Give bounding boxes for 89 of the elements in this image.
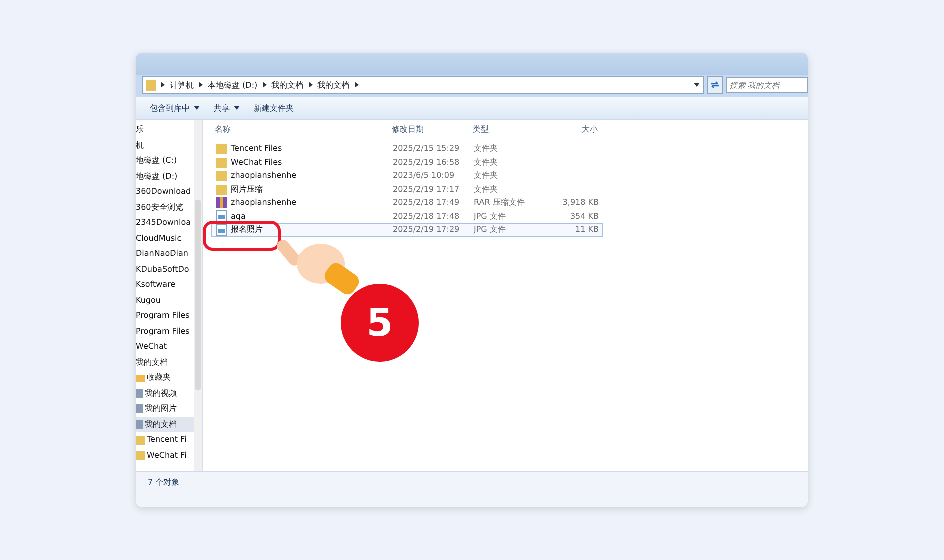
sidebar-item[interactable]: 我的文档 xyxy=(136,416,194,432)
sidebar-item[interactable]: WeChat xyxy=(136,339,194,354)
chevron-icon[interactable] xyxy=(308,82,313,88)
column-header[interactable]: 修改日期 xyxy=(392,124,473,134)
refresh-icon xyxy=(710,81,720,89)
modified-date: 2025/2/19 17:17 xyxy=(393,184,461,194)
sidebar-item[interactable]: WeChat Fi xyxy=(136,448,194,463)
toolbar-button[interactable]: 共享 xyxy=(210,100,244,116)
folder-icon xyxy=(136,434,145,445)
breadcrumb-item[interactable]: 我的文档 xyxy=(272,80,304,90)
chevron-icon[interactable] xyxy=(262,82,267,88)
file-type: 文件夹 xyxy=(474,184,499,195)
folder-icon xyxy=(136,450,145,460)
file-type: 文件夹 xyxy=(474,170,499,182)
sidebar-item[interactable]: 我的图片 xyxy=(136,401,194,416)
address-bar[interactable]: 计算机 本地磁盘 (D:) 我的文档 我的文档 xyxy=(142,76,704,94)
step-badge: 5 xyxy=(341,284,419,362)
sidebar-item[interactable]: 机 xyxy=(136,138,194,153)
file-name: zhaopianshenhe xyxy=(231,198,297,208)
sidebar-item[interactable]: 2345Downloa xyxy=(136,215,194,230)
modified-date: 2025/2/18 17:48 xyxy=(393,212,461,221)
sidebar-item[interactable]: 地磁盘 (C:) xyxy=(136,153,194,168)
breadcrumb-item[interactable]: 我的文档 xyxy=(318,80,350,90)
chevron-icon[interactable] xyxy=(161,82,165,88)
sidebar-item[interactable]: 360Download xyxy=(136,184,194,200)
sidebar-item[interactable]: DianNaoDian xyxy=(136,246,194,262)
chevron-icon[interactable] xyxy=(199,82,203,88)
breadcrumb-item[interactable]: 本地磁盘 (D:) xyxy=(208,80,258,90)
sidebar-item[interactable]: 我的文档 xyxy=(136,354,194,370)
file-size: 3,918 KB xyxy=(562,198,599,208)
file-type: 文件夹 xyxy=(474,156,499,168)
sidebar-item[interactable]: Program Files xyxy=(136,324,194,339)
folder-icon xyxy=(216,143,227,154)
sidebar-item[interactable]: 360安全浏览 xyxy=(136,200,194,215)
toolbar-button[interactable]: 新建文件夹 xyxy=(250,100,298,116)
folder-icon xyxy=(216,184,227,195)
image-file-icon xyxy=(216,224,227,236)
file-row[interactable]: 报名照片 2025/2/19 17:29 JPG 文件 11 KB xyxy=(211,223,603,236)
sidebar-item[interactable]: Tencent Fi xyxy=(136,432,194,448)
file-size: 354 KB xyxy=(569,212,599,221)
breadcrumb-item[interactable]: 计算机 xyxy=(170,80,194,90)
file-type: 文件夹 xyxy=(474,143,499,154)
dropdown-icon[interactable] xyxy=(694,83,700,87)
sidebar-item[interactable]: Program Files xyxy=(136,308,194,324)
archive-icon xyxy=(216,197,227,208)
file-name: aqa xyxy=(231,212,246,221)
file-row[interactable]: WeChat Files 2025/2/19 16:58 文件夹 xyxy=(211,156,603,169)
sidebar-item[interactable]: 地磁盘 (D:) xyxy=(136,168,194,184)
file-type: RAR 压缩文件 xyxy=(474,197,526,208)
caret-icon xyxy=(234,106,240,110)
file-row[interactable]: Tencent Files 2025/2/15 15:29 文件夹 xyxy=(211,142,603,156)
file-type: JPG 文件 xyxy=(474,224,507,236)
toolbar-button[interactable]: 包含到库中 xyxy=(146,100,204,116)
file-name: WeChat Files xyxy=(231,158,282,167)
sidebar-item[interactable]: 收藏夹 xyxy=(136,370,194,386)
file-row[interactable]: 图片压缩 2025/2/19 17:17 文件夹 xyxy=(211,182,603,196)
scrollbar[interactable] xyxy=(194,120,202,471)
folder-icon xyxy=(216,156,227,168)
refresh-button[interactable] xyxy=(707,76,723,94)
favorites-icon xyxy=(136,372,145,383)
chevron-icon[interactable] xyxy=(354,82,359,88)
file-row[interactable]: zhaopianshenhe 2023/6/5 10:09 文件夹 xyxy=(211,169,603,182)
status-text: 7 个对象 xyxy=(148,478,180,487)
file-name: zhaopianshenhe xyxy=(231,171,297,180)
sidebar-item[interactable]: 我的视频 xyxy=(136,386,194,401)
folder-icon xyxy=(216,170,227,182)
file-name: Tencent Files xyxy=(231,144,282,154)
file-type: JPG 文件 xyxy=(474,210,507,222)
file-name: 图片压缩 xyxy=(231,184,263,195)
sidebar-item[interactable]: Kugou xyxy=(136,292,194,308)
column-header[interactable]: 大小 xyxy=(548,124,598,134)
file-name: 报名照片 xyxy=(231,224,263,236)
column-header[interactable]: 名称 xyxy=(211,124,392,134)
file-row[interactable]: zhaopianshenhe 2025/2/18 17:49 RAR 压缩文件 3,918 KB xyxy=(211,196,603,210)
image-file-icon xyxy=(216,210,227,222)
file-row[interactable]: aqa 2025/2/18 17:48 JPG 文件 354 KB xyxy=(211,210,603,223)
column-header[interactable]: 类型 xyxy=(473,124,548,134)
sidebar-item[interactable]: CloudMusic xyxy=(136,230,194,246)
modified-date: 2023/6/5 10:09 xyxy=(393,171,456,180)
sidebar-item[interactable]: 乐 xyxy=(136,122,194,138)
modified-date: 2025/2/19 16:58 xyxy=(393,158,461,167)
caret-icon xyxy=(194,106,200,110)
modified-date: 2025/2/15 15:29 xyxy=(393,144,461,154)
sidebar-item[interactable]: KDubaSoftDo xyxy=(136,262,194,277)
sidebar-item[interactable]: Ksoftware xyxy=(136,277,194,292)
folder-icon xyxy=(146,79,156,91)
file-size: 11 KB xyxy=(574,225,599,234)
modified-date: 2025/2/19 17:29 xyxy=(393,225,461,234)
modified-date: 2025/2/18 17:49 xyxy=(393,198,461,208)
